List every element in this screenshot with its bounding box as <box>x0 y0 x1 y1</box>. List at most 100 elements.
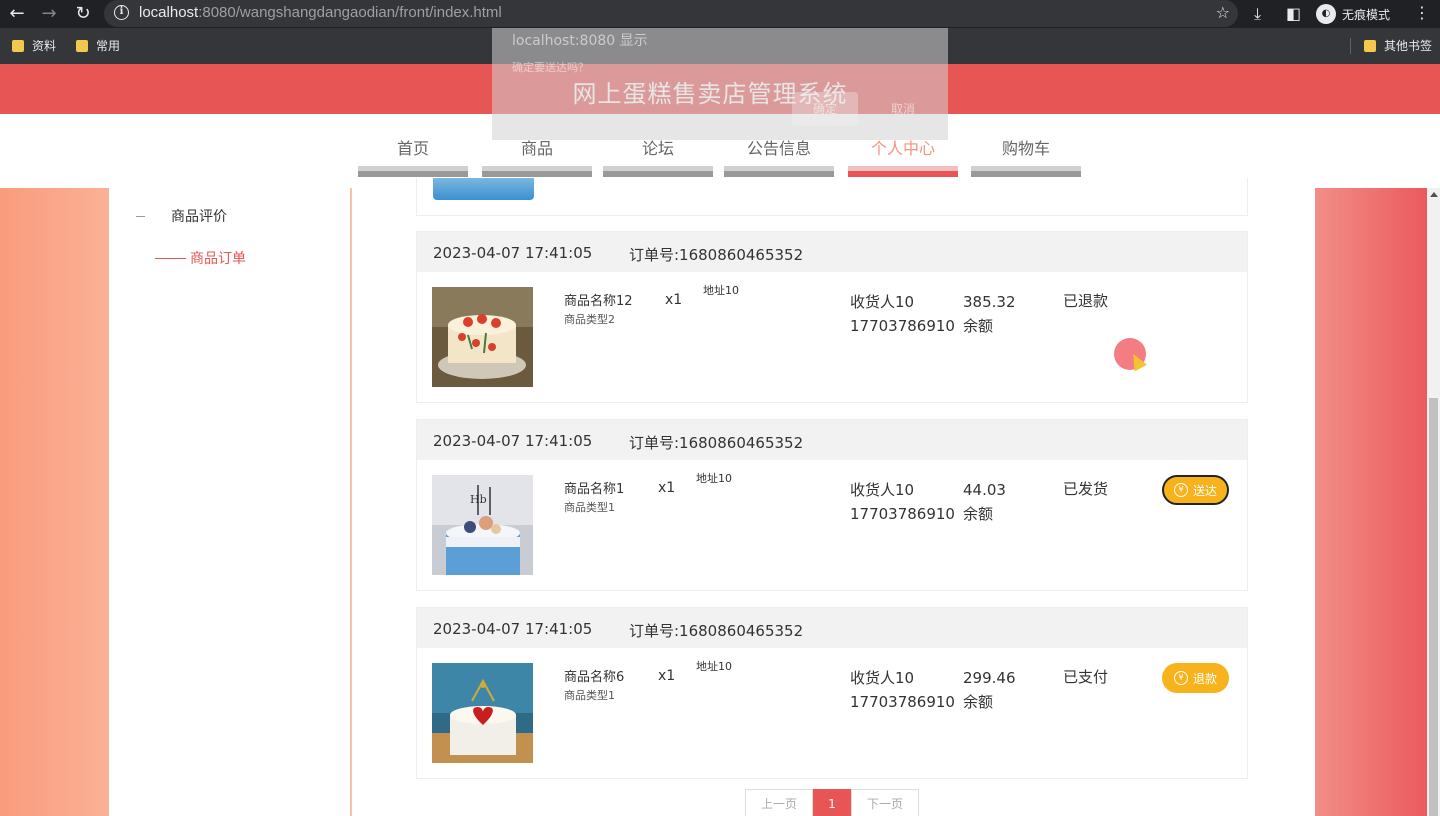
folder-icon <box>1364 39 1376 52</box>
order-header: 2023-04-07 17:41:05 订单号:1680860465352 <box>417 420 1247 460</box>
main-content: 商品评价 商品订单 2023-04-07 17:41:05 订单号:168086… <box>109 178 1315 816</box>
receiver-phone: 17703786910 <box>850 317 955 335</box>
price-value: 299.46 <box>963 669 1016 687</box>
scroll-up-icon[interactable] <box>1430 192 1438 197</box>
product-name[interactable]: 商品名称6 <box>564 666 624 685</box>
nav-underline <box>603 166 713 177</box>
pay-method: 余额 <box>963 317 994 335</box>
site-info-icon[interactable]: i <box>114 5 129 20</box>
receiver-name: 收货人10 <box>850 481 915 499</box>
order-card-partial <box>416 178 1248 216</box>
forward-icon[interactable]: → <box>38 3 60 25</box>
nav-underline <box>971 166 1081 177</box>
receiver-name: 收货人10 <box>850 669 915 687</box>
browser-menu-icon[interactable]: ⋮ <box>1414 3 1430 22</box>
order-price: 44.03 余额 <box>963 478 1006 526</box>
order-number: 订单号:1680860465352 <box>629 434 804 452</box>
nav-home[interactable]: 首页 <box>358 114 468 178</box>
dialog-message: 确定要送达吗？ <box>512 61 589 74</box>
pay-method: 余额 <box>963 693 994 711</box>
prev-page-button[interactable]: 上一页 <box>745 789 813 816</box>
order-card: 2023-04-07 17:41:05 订单号:1680860465352 商品… <box>416 607 1248 779</box>
page-scrollbar[interactable] <box>1427 188 1440 816</box>
product-name[interactable]: 商品名称1 <box>564 478 624 497</box>
address-bar[interactable]: i localhost:8080/wangshangdangaodian/fro… <box>104 0 1238 27</box>
order-number: 订单号:1680860465352 <box>629 622 804 640</box>
content-divider <box>350 188 352 816</box>
order-address: 地址10 <box>696 660 732 673</box>
order-time: 2023-04-07 17:41:05 <box>433 620 593 638</box>
receiver-name: 收货人10 <box>850 293 915 311</box>
receiver-phone: 17703786910 <box>850 693 955 711</box>
product-type: 商品类型2 <box>564 313 615 326</box>
browser-toolbar: ← → ↻ i localhost:8080/wangshangdangaodi… <box>0 0 1440 28</box>
receiver-info: 收货人10 17703786910 <box>850 478 955 526</box>
order-card: 2023-04-07 17:41:05 订单号:1680860465352 商品… <box>416 231 1248 403</box>
product-name[interactable]: 商品名称12 <box>564 290 633 309</box>
url-text: localhost:8080/wangshangdangaodian/front… <box>139 4 502 21</box>
receiver-info: 收货人10 17703786910 <box>850 290 955 338</box>
left-gradient-panel <box>0 188 109 816</box>
nav-underline <box>482 166 592 177</box>
pagination: 上一页 1 下一页 <box>745 789 919 816</box>
product-image[interactable] <box>432 663 533 763</box>
nav-cart[interactable]: 购物车 <box>971 114 1081 178</box>
product-image <box>433 178 534 200</box>
order-price: 385.32 余额 <box>963 290 1016 338</box>
current-page-button[interactable]: 1 <box>813 789 851 816</box>
incognito-indicator[interactable]: ◐ 无痕模式 <box>1316 3 1390 25</box>
bookmark-folder-ziliao[interactable]: 资料 <box>12 37 56 54</box>
confirm-dialog: localhost:8080 显示 确定要送达吗？ 确定 取消 <box>492 28 948 140</box>
price-value: 385.32 <box>963 293 1016 311</box>
yen-coin-icon: ¥ <box>1173 483 1188 497</box>
order-address: 地址10 <box>703 284 739 297</box>
back-icon[interactable]: ← <box>6 3 28 25</box>
receiver-phone: 17703786910 <box>850 505 955 523</box>
svg-text:Hb: Hb <box>470 493 487 506</box>
deliver-button[interactable]: ¥ 送达 <box>1162 475 1229 505</box>
refund-button[interactable]: ¥ 退款 <box>1162 663 1229 693</box>
order-time: 2023-04-07 17:41:05 <box>433 244 593 262</box>
order-price: 299.46 余额 <box>963 666 1016 714</box>
scrollbar-thumb[interactable] <box>1429 398 1438 816</box>
incognito-icon: ◐ <box>1316 4 1336 24</box>
product-image[interactable] <box>432 287 533 387</box>
page: 网上蛋糕售卖店管理系统 首页 商品 论坛 公告信息 个人中心 购物车 商品评价 … <box>0 64 1440 816</box>
menu-dash <box>136 215 145 217</box>
price-value: 44.03 <box>963 481 1006 499</box>
order-quantity: x1 <box>665 292 683 308</box>
bookmark-star-icon[interactable]: ☆ <box>1216 3 1230 22</box>
side-panel-icon[interactable]: ◧ <box>1286 3 1301 25</box>
folder-icon <box>76 39 88 52</box>
order-time: 2023-04-07 17:41:05 <box>433 432 593 450</box>
product-type: 商品类型1 <box>564 501 615 514</box>
receiver-info: 收货人10 17703786910 <box>850 666 955 714</box>
pay-method: 余额 <box>963 505 994 523</box>
other-bookmarks[interactable]: 其他书签 <box>1364 37 1432 54</box>
product-type: 商品类型1 <box>564 689 615 702</box>
bookmark-folder-changyong[interactable]: 常用 <box>76 37 120 54</box>
order-card: 2023-04-07 17:41:05 订单号:1680860465352 Hb… <box>416 419 1248 591</box>
order-status: 已退款 <box>1063 292 1109 310</box>
download-icon[interactable]: ⤓ <box>1254 3 1261 25</box>
next-page-button[interactable]: 下一页 <box>851 789 919 816</box>
dialog-cancel-button[interactable]: 取消 <box>870 92 936 126</box>
dialog-ok-button[interactable]: 确定 <box>792 92 858 126</box>
right-gradient-panel <box>1315 188 1427 816</box>
incognito-label: 无痕模式 <box>1342 7 1391 22</box>
order-header: 2023-04-07 17:41:05 订单号:1680860465352 <box>417 232 1247 272</box>
order-status: 已发货 <box>1063 480 1109 498</box>
yen-coin-icon: ¥ <box>1173 671 1188 685</box>
nav-underline <box>724 166 834 177</box>
side-menu-item-orders[interactable]: 商品订单 <box>155 248 246 268</box>
order-quantity: x1 <box>658 480 676 496</box>
menu-dash <box>155 257 186 259</box>
product-image[interactable]: Hb <box>432 475 533 575</box>
order-address: 地址10 <box>696 472 732 485</box>
order-header: 2023-04-07 17:41:05 订单号:1680860465352 <box>417 608 1247 648</box>
reload-icon[interactable]: ↻ <box>72 3 94 25</box>
order-quantity: x1 <box>658 668 676 684</box>
nav-underline <box>848 166 958 177</box>
order-number: 订单号:1680860465352 <box>629 246 804 264</box>
side-menu-item-reviews[interactable]: 商品评价 <box>136 206 227 226</box>
